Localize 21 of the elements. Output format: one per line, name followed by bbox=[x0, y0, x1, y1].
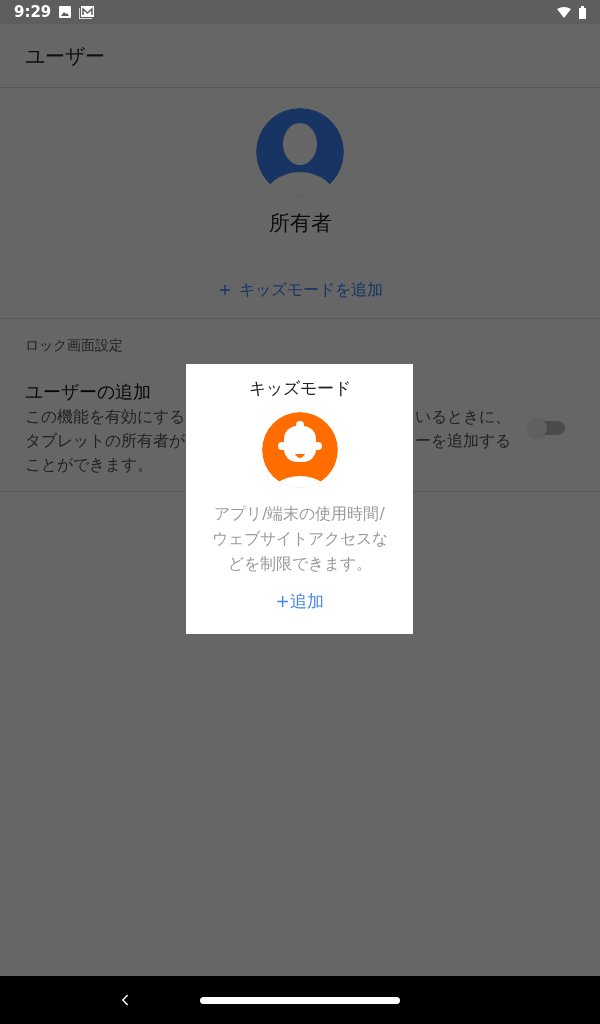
wifi-icon bbox=[557, 6, 571, 18]
setting-title: ユーザーの追加 bbox=[25, 379, 151, 404]
user-avatar-icon bbox=[256, 108, 344, 196]
owner-name: 所有者 bbox=[268, 210, 332, 237]
battery-icon bbox=[579, 5, 586, 19]
app-bar-title: ユーザー bbox=[25, 42, 105, 70]
dialog-title: キッズモード bbox=[248, 377, 351, 400]
setting-description: この機能を有効にする bbox=[25, 405, 185, 428]
add-kids-mode-link[interactable]: キッズモードを追加 bbox=[217, 277, 383, 302]
setting-description: タブレットの所有者が bbox=[25, 429, 185, 452]
image-icon bbox=[59, 6, 72, 18]
section-header: ロック画面設定 bbox=[25, 336, 123, 353]
home-handle[interactable] bbox=[200, 996, 400, 1004]
setting-description: ーを追加する bbox=[415, 429, 511, 452]
mail-icon bbox=[79, 5, 95, 19]
child-avatar-icon bbox=[261, 411, 338, 488]
setting-description: ことができます。 bbox=[25, 453, 153, 476]
dialog-description: アプリ/端末の使用時間/ウェブサイトアクセスなどを制限できます。 bbox=[210, 503, 389, 575]
add-button[interactable]: +追加 bbox=[275, 588, 324, 614]
status-time: 9:29 bbox=[14, 1, 52, 23]
setting-description: いるときに、 bbox=[415, 405, 511, 428]
